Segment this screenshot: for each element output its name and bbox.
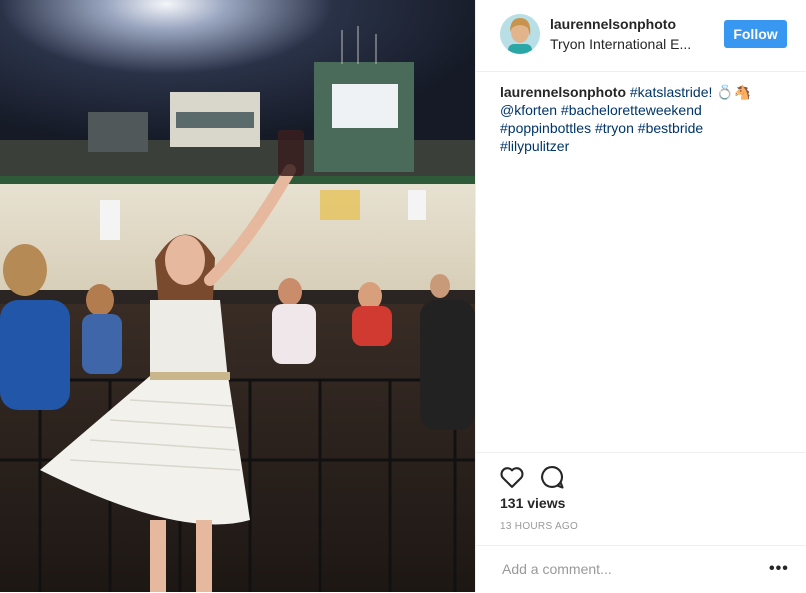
follow-button[interactable]: Follow xyxy=(724,20,787,48)
hashtag-link[interactable]: #bestbride xyxy=(638,120,703,136)
hashtag-link[interactable]: #katslastride! xyxy=(630,84,712,100)
comment-box: ••• xyxy=(476,545,806,593)
comment-input[interactable] xyxy=(500,560,754,578)
views-count[interactable]: 131 views xyxy=(500,495,565,511)
post-view: laurennelsonphoto Tryon International E.… xyxy=(0,0,806,592)
post-caption: laurennelsonphoto #katslastride! 💍🐴 @kfo… xyxy=(500,83,790,155)
caption-emoji: 💍🐴 xyxy=(716,84,752,100)
post-details-panel: laurennelsonphoto Tryon International E.… xyxy=(475,0,806,592)
post-timestamp[interactable]: 13 HOURS AGO xyxy=(500,521,578,532)
avatar-image xyxy=(500,14,540,54)
hashtag-link[interactable]: #poppinbottles xyxy=(500,120,591,136)
mention-link[interactable]: @kforten xyxy=(500,102,557,118)
avatar[interactable] xyxy=(500,14,540,54)
post-header: laurennelsonphoto Tryon International E.… xyxy=(476,0,806,72)
more-options-icon[interactable]: ••• xyxy=(769,560,789,578)
location-link[interactable]: Tryon International E... xyxy=(550,36,700,52)
username-link[interactable]: laurennelsonphoto xyxy=(550,16,676,32)
heart-icon[interactable] xyxy=(498,463,526,491)
comment-icon[interactable] xyxy=(538,463,566,491)
caption-username-link[interactable]: laurennelsonphoto xyxy=(500,84,626,100)
post-actions: 131 views 13 HOURS AGO ••• xyxy=(476,452,806,592)
hashtag-link[interactable]: #lilypulitzer xyxy=(500,138,569,154)
hashtag-link[interactable]: #bachelorette​weekend xyxy=(561,102,702,118)
post-image xyxy=(0,0,475,592)
hashtag-link[interactable]: #tryon xyxy=(595,120,634,136)
post-photo[interactable] xyxy=(0,0,475,592)
